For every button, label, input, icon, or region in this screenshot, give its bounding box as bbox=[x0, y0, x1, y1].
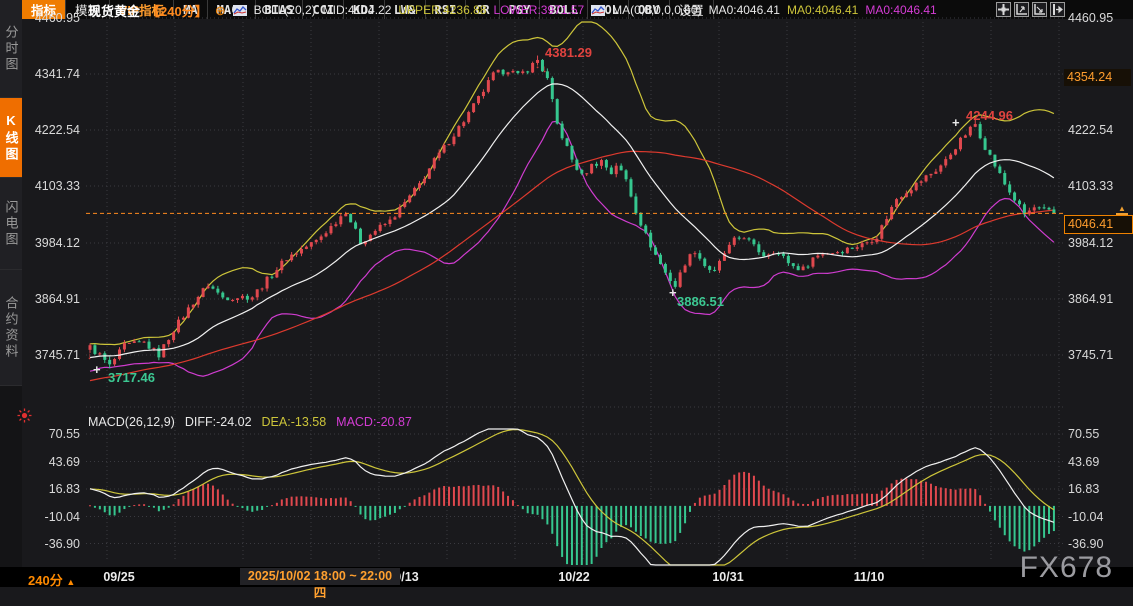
macd-macd-value: MACD:-20.87 bbox=[336, 415, 412, 429]
boll-name: BOLL(20,2) bbox=[254, 3, 316, 17]
ma0-white-value: MA0:4046.41 bbox=[709, 3, 780, 17]
period-selector[interactable]: 240分 ▲ bbox=[28, 570, 75, 589]
xaxis-label: 09/25 bbox=[103, 570, 134, 584]
ma0-magenta-value: MA0:4046.41 bbox=[865, 3, 936, 17]
sidebar-item-lightning-chart[interactable]: 闪电图 bbox=[0, 178, 22, 270]
topbar: 现货黄金 【240分】 ⊕ BOLL(20,2) MID:4104.22 UPP… bbox=[0, 0, 1133, 20]
xaxis-strip: 240分 ▲ 09/2510/1310/2210/3111/10 2025/10… bbox=[0, 567, 1133, 587]
price-annotation: 4381.29 bbox=[545, 45, 592, 60]
price-annotation: 3717.46 bbox=[108, 370, 155, 385]
xaxis-label: 10/31 bbox=[712, 570, 743, 584]
xaxis-label: 10/22 bbox=[558, 570, 589, 584]
price-annotation: 3886.51 bbox=[677, 294, 724, 309]
xaxis-label: 11/10 bbox=[854, 570, 885, 584]
compare-icon[interactable]: ⊕ bbox=[215, 4, 226, 17]
chart-window-controls bbox=[996, 2, 1065, 17]
pan-to-latest-button[interactable] bbox=[1050, 2, 1065, 17]
crosshair-datetime-badge: 2025/10/02 18:00 ~ 22:00 四 bbox=[240, 568, 400, 585]
macd-name: MACD(26,12,9) bbox=[88, 415, 175, 429]
symbol-name: 现货黄金 bbox=[88, 1, 140, 20]
sidebar-item-contract-info[interactable]: 合约资料 bbox=[0, 270, 22, 386]
ma0-yellow-value: MA0:4046.41 bbox=[787, 3, 858, 17]
watermark: FX678 bbox=[1020, 551, 1113, 585]
sidebar-item-candle-chart[interactable]: K线图 bbox=[0, 98, 22, 178]
indicator-alert-icon[interactable] bbox=[17, 408, 32, 423]
zoom-axis-left-button[interactable] bbox=[1014, 2, 1029, 17]
boll-indicator-icon bbox=[233, 5, 247, 16]
ma-indicator-icon bbox=[591, 5, 605, 16]
down-arrow-marker: ↓ bbox=[87, 351, 92, 362]
down-arrow-marker: ↓ bbox=[535, 60, 540, 71]
macd-dea-value: DEA:-13.58 bbox=[262, 415, 327, 429]
sidebar-item-time-chart[interactable]: 分时图 bbox=[0, 0, 22, 98]
boll-upper-value: UPPER:4236.88 bbox=[398, 3, 486, 17]
extreme-cross-marker: + bbox=[669, 285, 677, 300]
macd-diff-value: DIFF:-24.02 bbox=[185, 415, 252, 429]
zoom-axis-right-button[interactable] bbox=[1032, 2, 1047, 17]
boll-mid-value: MID:4104.22 bbox=[323, 3, 392, 17]
chart-type-sidebar: 分时图 K线图 闪电图 合约资料 bbox=[0, 0, 22, 567]
trading-app-window: 现货黄金 【240分】 ⊕ BOLL(20,2) MID:4104.22 UPP… bbox=[0, 0, 1133, 606]
move-crosshair-button[interactable] bbox=[996, 2, 1011, 17]
ma-name: MA(0,0,0,0,0,60) bbox=[612, 3, 701, 17]
macd-legend: MACD(26,12,9) DIFF:-24.02 DEA:-13.58 MAC… bbox=[88, 415, 412, 429]
extreme-cross-marker: + bbox=[93, 362, 101, 377]
candlestick-chart[interactable] bbox=[0, 0, 1133, 606]
period-text: 240分 bbox=[28, 573, 63, 588]
boll-lower-value: LOWER:3971.57 bbox=[493, 3, 584, 17]
extreme-cross-marker: + bbox=[952, 115, 960, 130]
down-arrow-marker: ↓ bbox=[542, 64, 547, 75]
price-annotation: 4244.96 bbox=[966, 108, 1013, 123]
period-badge: 【240分】 bbox=[147, 1, 208, 20]
chevron-up-icon: ▲ bbox=[66, 577, 75, 587]
price-direction-arrow-icon: ▲ bbox=[1116, 205, 1128, 215]
